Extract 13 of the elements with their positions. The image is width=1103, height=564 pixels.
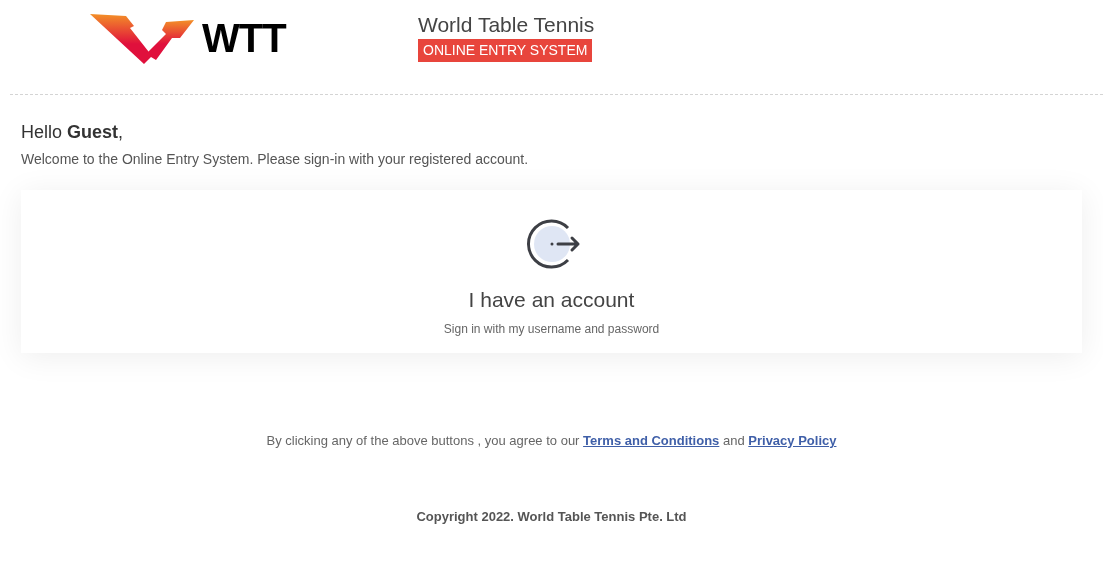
- terms-link[interactable]: Terms and Conditions: [583, 433, 720, 448]
- consent-text: By clicking any of the above buttons , you agree to our Terms and Conditions and Privacy Policy: [265, 432, 838, 450]
- logo-icon: [90, 12, 194, 64]
- privacy-link[interactable]: Privacy Policy: [748, 433, 837, 448]
- welcome-text: Welcome to the Online Entry System. Please sign-in with your registered account.: [21, 150, 530, 169]
- site-title: World Table Tennis: [418, 12, 595, 38]
- card-subtitle: Sign in with my username and password: [443, 320, 660, 338]
- greeting: Hello Guest,: [21, 121, 125, 144]
- card-title: I have an account: [468, 287, 635, 313]
- copyright-text: Copyright 2022. World Table Tennis Pte. Ltd: [415, 507, 688, 526]
- sign-in-card[interactable]: I have an account Sign in with my username and password: [21, 190, 1082, 353]
- system-badge: ONLINE ENTRY SYSTEM: [418, 39, 593, 63]
- logo-wordmark: WTT: [202, 18, 286, 58]
